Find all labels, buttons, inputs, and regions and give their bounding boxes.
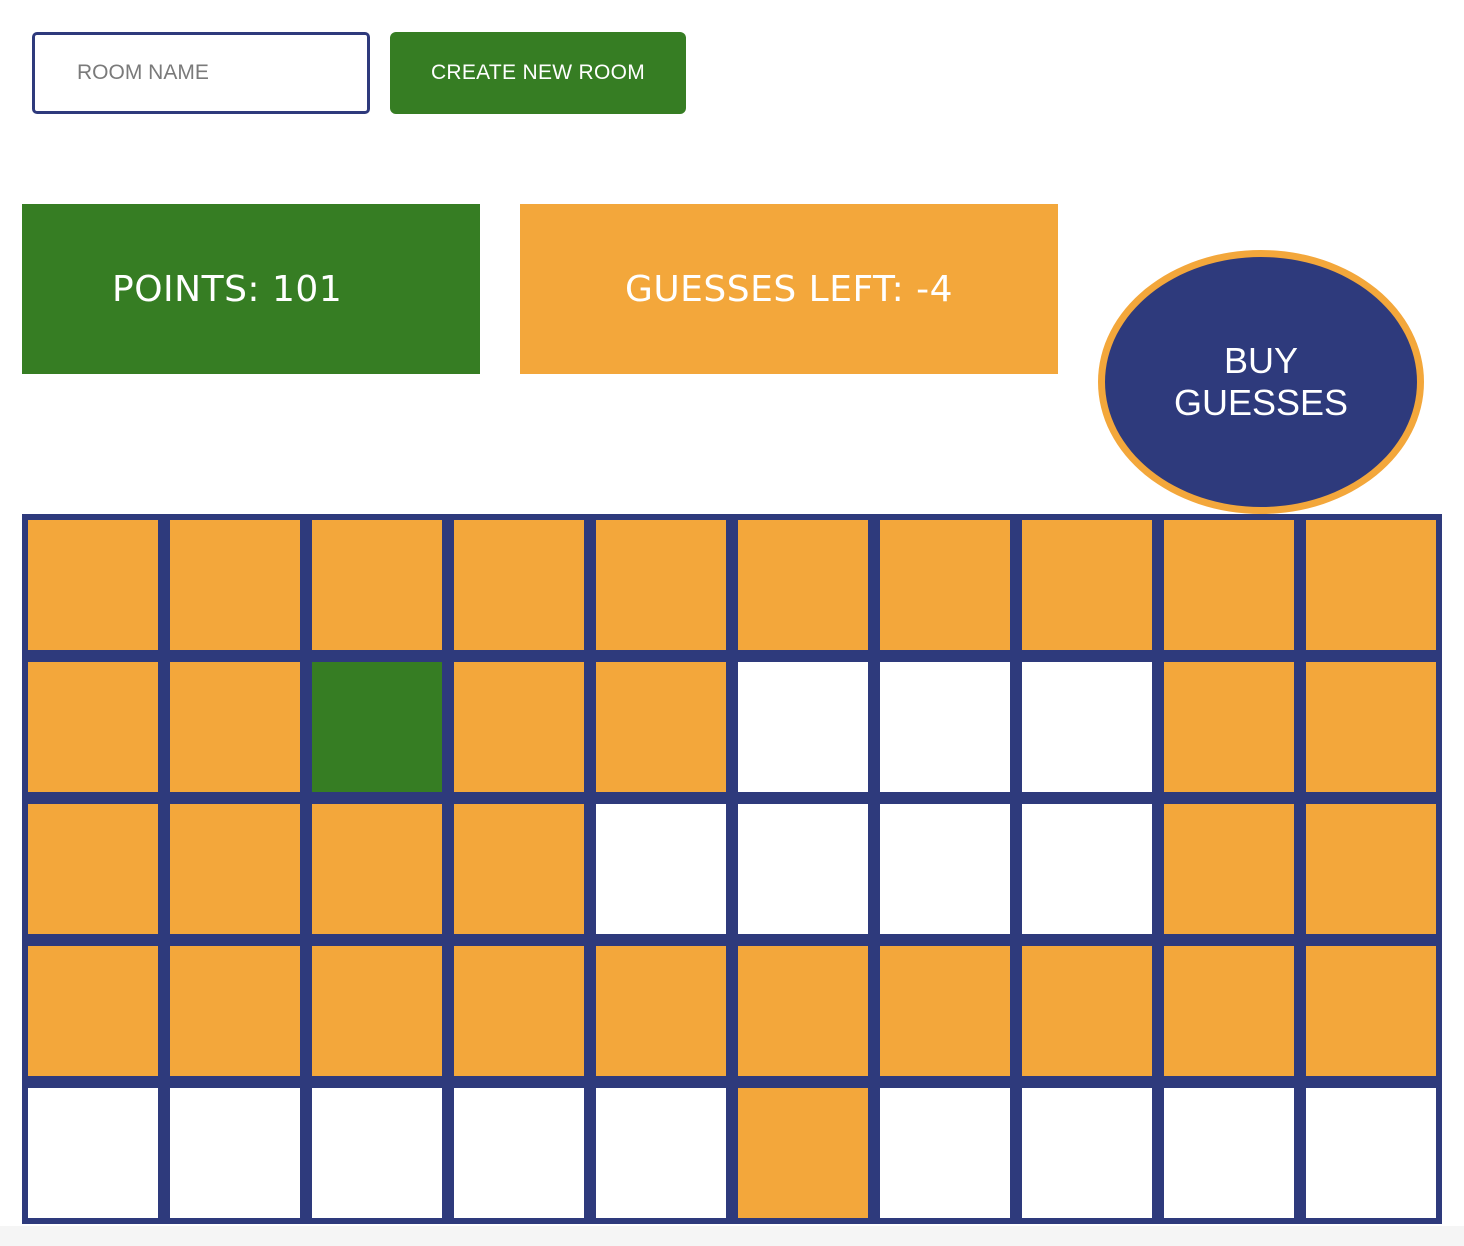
board-cell[interactable] xyxy=(596,1088,726,1218)
board-cell[interactable] xyxy=(454,946,584,1076)
guesses-left-panel: GUESSES LEFT: -4 xyxy=(520,204,1058,374)
board-cell[interactable] xyxy=(1022,520,1152,650)
board-cell[interactable] xyxy=(1164,662,1294,792)
board-cell[interactable] xyxy=(738,946,868,1076)
board-cell[interactable] xyxy=(28,946,158,1076)
board-cell[interactable] xyxy=(170,662,300,792)
board-cell[interactable] xyxy=(596,946,726,1076)
board-cell[interactable] xyxy=(738,662,868,792)
board-cell[interactable] xyxy=(1306,520,1436,650)
game-board xyxy=(22,514,1442,1224)
board-cell[interactable] xyxy=(880,946,1010,1076)
board-cell[interactable] xyxy=(454,804,584,934)
board-cell[interactable] xyxy=(312,1088,442,1218)
create-new-room-button[interactable]: CREATE NEW ROOM xyxy=(390,32,686,114)
board-cell[interactable] xyxy=(880,804,1010,934)
board-cell[interactable] xyxy=(1306,804,1436,934)
board-cell[interactable] xyxy=(312,946,442,1076)
board-cell[interactable] xyxy=(312,804,442,934)
room-name-input[interactable] xyxy=(32,32,370,114)
board-cell[interactable] xyxy=(454,1088,584,1218)
board-cell[interactable] xyxy=(738,520,868,650)
board-cell[interactable] xyxy=(454,662,584,792)
page-bottom-strip xyxy=(0,1226,1464,1246)
board-cell[interactable] xyxy=(1022,804,1152,934)
board-cell[interactable] xyxy=(28,520,158,650)
points-text: POINTS: 101 xyxy=(112,268,343,310)
board-cell[interactable] xyxy=(1164,1088,1294,1218)
board-cell[interactable] xyxy=(1164,520,1294,650)
buy-guesses-label-line2: GUESSES xyxy=(1173,382,1349,423)
board-cell[interactable] xyxy=(170,1088,300,1218)
points-panel: POINTS: 101 xyxy=(22,204,480,374)
board-cell[interactable] xyxy=(596,520,726,650)
board-cell[interactable] xyxy=(1306,1088,1436,1218)
board-cell[interactable] xyxy=(1022,946,1152,1076)
board-cell[interactable] xyxy=(880,520,1010,650)
game-page: CREATE NEW ROOM POINTS: 101 GUESSES LEFT… xyxy=(0,0,1464,1246)
board-cell[interactable] xyxy=(28,1088,158,1218)
board-cell[interactable] xyxy=(170,520,300,650)
board-cell[interactable] xyxy=(596,804,726,934)
buy-guesses-label-line1: BUY xyxy=(1223,340,1299,381)
board-cell[interactable] xyxy=(738,804,868,934)
board-cell[interactable] xyxy=(312,662,442,792)
board-cell[interactable] xyxy=(170,804,300,934)
board-cell[interactable] xyxy=(1306,946,1436,1076)
board-cell[interactable] xyxy=(880,1088,1010,1218)
board-cell[interactable] xyxy=(1164,804,1294,934)
board-cell[interactable] xyxy=(1164,946,1294,1076)
board-cell[interactable] xyxy=(312,520,442,650)
board-cell[interactable] xyxy=(738,1088,868,1218)
board-cell[interactable] xyxy=(1022,1088,1152,1218)
board-cell[interactable] xyxy=(596,662,726,792)
buy-guesses-button[interactable]: BUY GUESSES xyxy=(1098,250,1424,514)
board-cell[interactable] xyxy=(880,662,1010,792)
board-cell[interactable] xyxy=(28,662,158,792)
board-cell[interactable] xyxy=(454,520,584,650)
guesses-left-text: GUESSES LEFT: -4 xyxy=(624,268,954,310)
board-cell[interactable] xyxy=(28,804,158,934)
board-cell[interactable] xyxy=(1022,662,1152,792)
board-cell[interactable] xyxy=(1306,662,1436,792)
board-cell[interactable] xyxy=(170,946,300,1076)
